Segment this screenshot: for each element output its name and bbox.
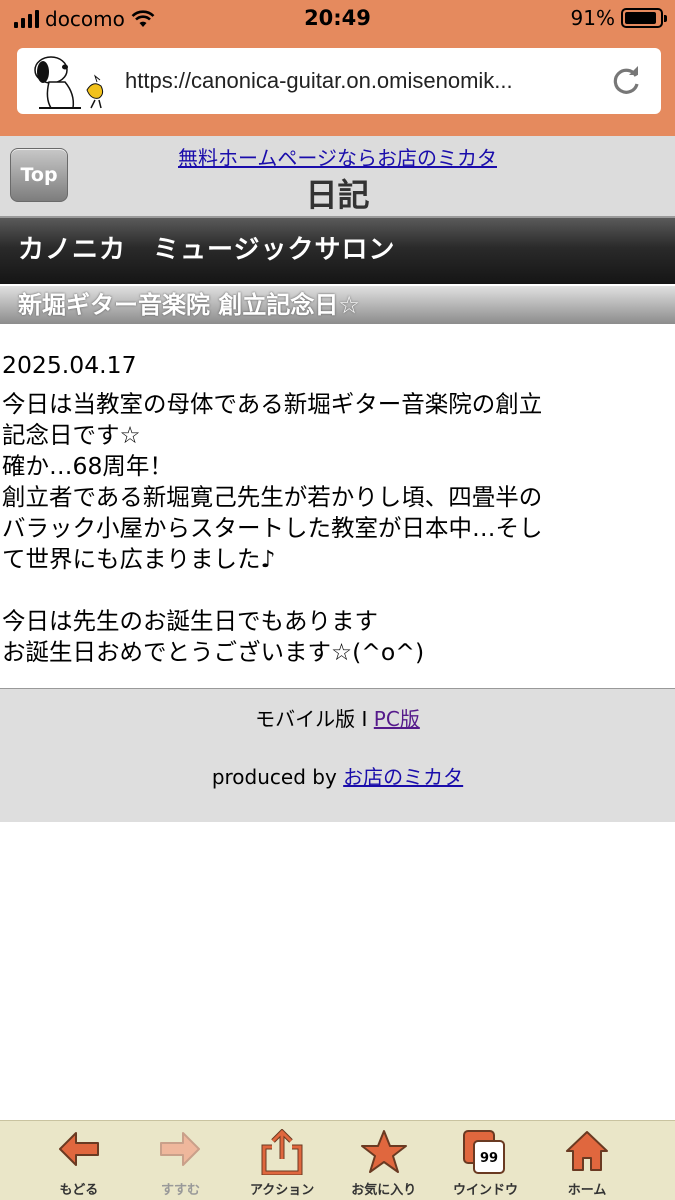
site-name-bar: カノニカ ミュージックサロン <box>0 218 675 284</box>
forward-button[interactable]: すすむ <box>130 1121 232 1200</box>
share-icon <box>261 1129 303 1175</box>
produced-by: produced by お店のミカタ <box>0 761 675 790</box>
windows-icon: 99 <box>463 1130 506 1174</box>
entry-content: 2025.04.17 今日は当教室の母体である新堀ギター音楽院の創立 記念日です… <box>2 350 672 668</box>
action-button[interactable]: アクション <box>231 1121 333 1200</box>
page-footer: モバイル版 I PC版 produced by お店のミカタ <box>0 688 675 822</box>
home-button[interactable]: ホーム <box>536 1121 638 1200</box>
produced-by-label: produced by <box>211 765 337 789</box>
windows-count: 99 <box>480 1151 498 1166</box>
windows-button[interactable]: 99 ウインドウ <box>435 1121 537 1200</box>
action-label: アクション <box>249 1183 315 1198</box>
entry-line: て世界にも広まりました♪ <box>2 545 276 573</box>
entry-line: 今日は当教室の母体である新堀ギター音楽院の創立 <box>2 390 543 418</box>
home-label: ホーム <box>567 1183 607 1198</box>
home-icon <box>566 1131 609 1171</box>
star-icon <box>360 1130 407 1173</box>
url-text: https://canonica-guitar.on.omisenomik... <box>125 68 513 93</box>
battery-percent: 91% <box>570 6 615 30</box>
favorites-label: お気に入り <box>351 1183 417 1198</box>
entry-line: 今日は先生のお誕生日でもあります <box>2 607 378 635</box>
version-switch: モバイル版 I PC版 <box>0 703 675 732</box>
favorites-button[interactable]: お気に入り <box>333 1121 435 1200</box>
back-button[interactable]: もどる <box>28 1121 130 1200</box>
browser-address-area: https://canonica-guitar.on.omisenomik... <box>0 38 675 136</box>
forward-arrow-icon <box>160 1132 201 1166</box>
back-arrow-icon <box>58 1132 99 1166</box>
produced-by-link[interactable]: お店のミカタ <box>343 765 463 789</box>
back-label: もどる <box>59 1183 99 1198</box>
entry-line-blank <box>2 575 672 606</box>
entry-line: バラック小屋からスタートした教室が日本中…そし <box>2 514 543 542</box>
browser-toolbar: もどる すすむ アクション お気に入り 99 ウインドウ ホーム <box>0 1120 675 1200</box>
entry-line: 記念日です☆ <box>2 421 141 449</box>
ad-link[interactable]: 無料ホームページならお店のミカタ <box>0 142 675 171</box>
mobile-version-label: モバイル版 <box>255 707 356 731</box>
snoopy-icon <box>34 56 104 109</box>
windows-label: ウインドウ <box>452 1183 518 1198</box>
battery-status: 91% <box>570 6 667 30</box>
entry-line: お誕生日おめでとうございます☆(^o^) <box>2 638 425 666</box>
status-bar: docomo 20:49 91% <box>0 0 675 38</box>
entry-line: 創立者である新堀寛己先生が若かりし頃、四畳半の <box>2 483 543 511</box>
address-bar[interactable]: https://canonica-guitar.on.omisenomik... <box>17 48 661 114</box>
entry-date: 2025.04.17 <box>2 351 137 379</box>
page-header: Top 無料ホームページならお店のミカタ 日記 <box>0 136 675 218</box>
reload-icon[interactable] <box>609 64 643 98</box>
pc-version-link[interactable]: PC版 <box>374 707 420 731</box>
separator: I <box>361 707 368 731</box>
battery-icon <box>621 8 667 28</box>
page-title: 日記 <box>305 176 370 214</box>
forward-label: すすむ <box>160 1183 200 1198</box>
entry-line: 確か…68周年！ <box>2 452 173 480</box>
entry-title: 新堀ギター音楽院 創立記念日☆ <box>0 286 675 324</box>
